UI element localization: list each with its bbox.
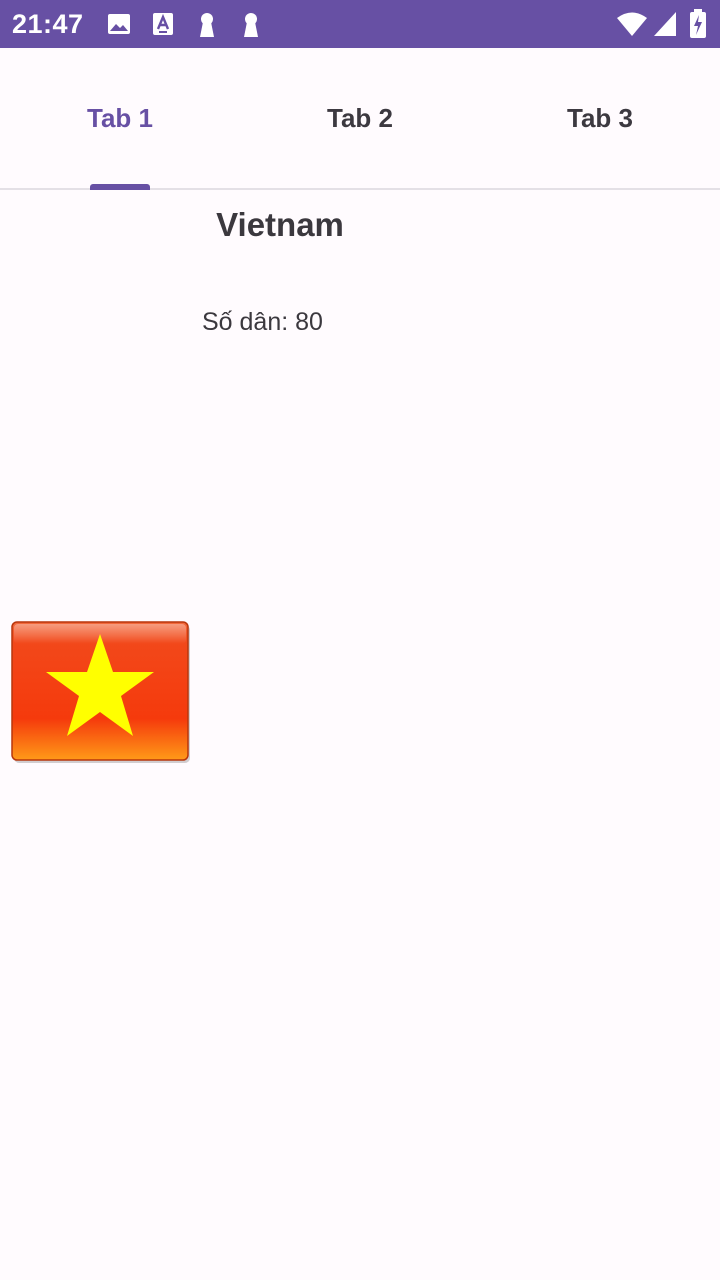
status-time: 21:47 bbox=[12, 9, 84, 39]
tab-1[interactable]: Tab 1 bbox=[0, 48, 240, 188]
tab-bar: Tab 1 Tab 2 Tab 3 bbox=[0, 48, 720, 190]
cellular-signal-icon bbox=[654, 12, 676, 36]
tab-3[interactable]: Tab 3 bbox=[480, 48, 720, 188]
battery-charging-icon bbox=[690, 9, 706, 38]
status-bar: 21:47 bbox=[0, 0, 720, 48]
text-a-icon bbox=[153, 13, 173, 35]
active-tab-indicator bbox=[90, 184, 150, 190]
keyhole-icon bbox=[200, 13, 214, 37]
keyhole-icon bbox=[244, 13, 258, 37]
wifi-icon bbox=[617, 12, 647, 36]
country-name: Vietnam bbox=[216, 206, 344, 243]
tab-2[interactable]: Tab 2 bbox=[240, 48, 480, 188]
vietnam-flag-icon bbox=[11, 621, 190, 763]
image-icon bbox=[108, 14, 130, 34]
population-text: Số dân: 80 bbox=[202, 308, 323, 336]
